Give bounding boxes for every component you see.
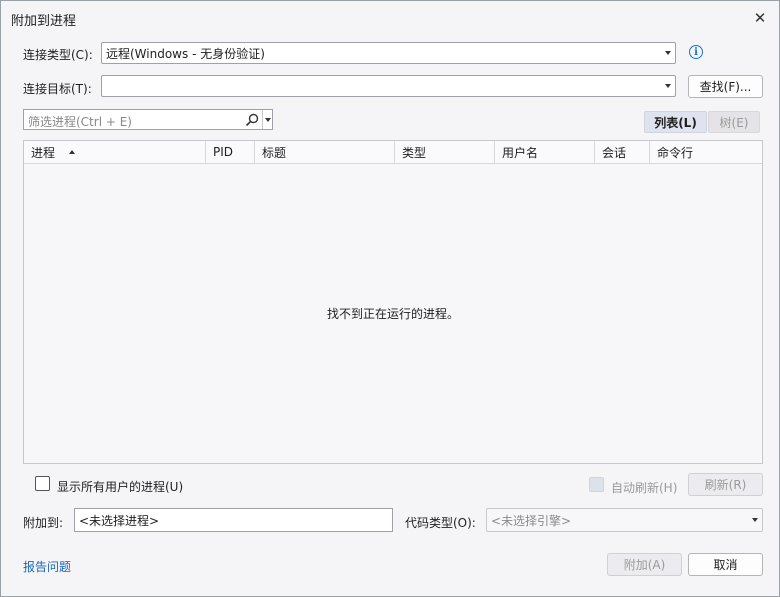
connection-type-dropdown[interactable]: 远程(Windows - 无身份验证) [101, 42, 676, 64]
column-header-username[interactable]: 用户名 [495, 141, 595, 163]
auto-refresh-label: 自动刷新(H) [611, 481, 678, 495]
filter-placeholder: 筛选进程(Ctrl + E) [28, 115, 132, 129]
title-bar: 附加到进程 ✕ [1, 1, 779, 35]
cancel-button[interactable]: 取消 [688, 553, 763, 576]
code-type-label: 代码类型(O): [405, 516, 476, 530]
chevron-down-icon [665, 51, 671, 55]
code-type-dropdown[interactable]: <未选择引擎> [486, 508, 763, 532]
attach-button[interactable]: 附加(A) [607, 553, 682, 576]
sort-ascending-icon [69, 150, 76, 154]
column-header-command-line[interactable]: 命令行 [650, 141, 762, 163]
connection-type-label: 连接类型(C): [23, 48, 93, 62]
attach-to-value: <未选择进程> [79, 513, 160, 528]
auto-refresh-checkbox[interactable] [589, 477, 604, 492]
list-view-button[interactable]: 列表(L) [644, 111, 707, 133]
column-header-title[interactable]: 标题 [255, 141, 395, 163]
refresh-button[interactable]: 刷新(R) [688, 473, 763, 496]
connection-target-dropdown[interactable] [101, 75, 676, 97]
report-problem-link[interactable]: 报告问题 [23, 558, 71, 575]
code-type-value: <未选择引擎> [491, 513, 572, 528]
show-all-users-label: 显示所有用户的进程(U) [57, 480, 184, 494]
chevron-down-icon [665, 84, 671, 88]
empty-table-message: 找不到正在运行的进程。 [326, 307, 459, 321]
filter-process-input[interactable]: 筛选进程(Ctrl + E) [23, 109, 273, 130]
filter-separator [262, 110, 263, 129]
table-header: 进程 PID 标题 类型 用户名 会话 命令行 [24, 141, 762, 164]
chevron-down-icon [752, 518, 758, 522]
column-header-session[interactable]: 会话 [595, 141, 650, 163]
column-header-pid[interactable]: PID [206, 141, 255, 163]
search-icon[interactable] [245, 113, 259, 127]
close-icon[interactable]: ✕ [749, 7, 771, 29]
column-header-process[interactable]: 进程 [24, 141, 206, 163]
filter-options-chevron-icon[interactable] [265, 118, 271, 122]
info-icon[interactable]: i [689, 45, 703, 59]
connection-type-value: 远程(Windows - 无身份验证) [106, 46, 265, 61]
show-all-users-checkbox[interactable] [35, 476, 50, 491]
column-header-type[interactable]: 类型 [395, 141, 495, 163]
attach-to-label: 附加到: [23, 516, 64, 530]
find-button[interactable]: 查找(F)... [688, 75, 763, 98]
tree-view-button[interactable]: 树(E) [708, 111, 760, 133]
dialog-title: 附加到进程 [11, 14, 77, 29]
attach-to-process-dialog: 附加到进程 ✕ 连接类型(C): 远程(Windows - 无身份验证) i 连… [0, 0, 780, 597]
process-table[interactable]: 进程 PID 标题 类型 用户名 会话 命令行 找不到正在运行的进程。 [23, 140, 763, 464]
attach-to-field[interactable]: <未选择进程> [74, 508, 393, 532]
connection-target-label: 连接目标(T): [23, 82, 92, 96]
